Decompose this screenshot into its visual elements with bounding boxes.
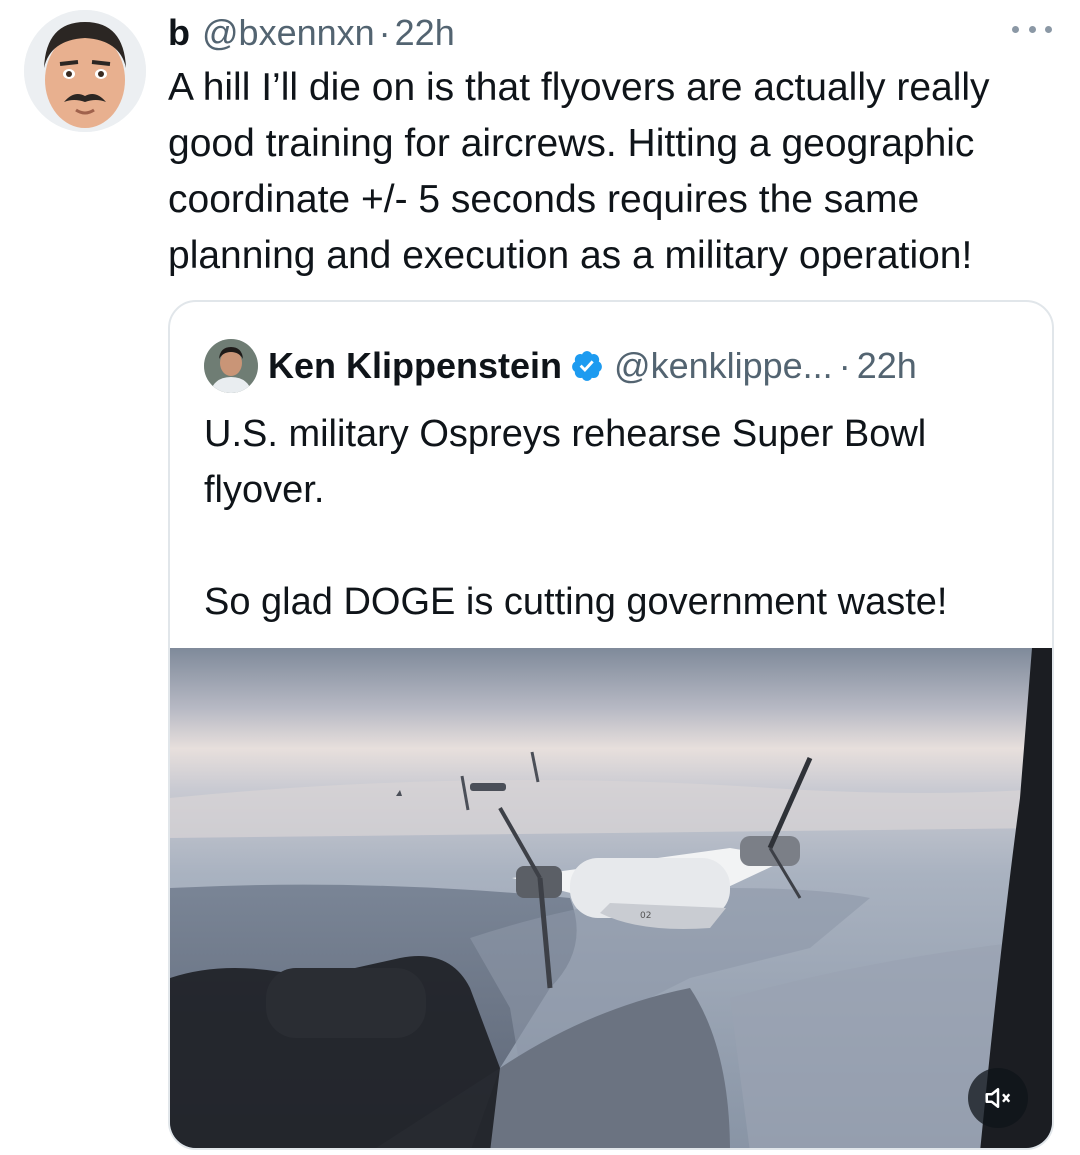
tweet-text: A hill I’ll die on is that flyovers are … bbox=[168, 66, 990, 277]
tweet-header: b @bxennxn · 22h bbox=[168, 10, 455, 56]
quoted-tweet-header: Ken Klippenstein @kenklippe... · 22h bbox=[204, 338, 917, 394]
quoted-tweet-time[interactable]: 22h bbox=[857, 345, 917, 387]
quoted-avatar[interactable] bbox=[204, 339, 258, 393]
quoted-text-line-1: U.S. military Ospreys rehearse Super Bow… bbox=[204, 413, 927, 511]
speaker-muted-icon[interactable] bbox=[968, 1068, 1028, 1128]
separator-dot: · bbox=[378, 12, 391, 53]
video-player[interactable]: 02 bbox=[170, 648, 1052, 1148]
author-name[interactable]: b bbox=[168, 10, 190, 56]
verified-badge-icon bbox=[572, 351, 602, 381]
tweet-time[interactable]: 22h bbox=[395, 10, 455, 56]
author-handle[interactable]: @bxennxn bbox=[202, 10, 375, 56]
quoted-tweet[interactable]: Ken Klippenstein @kenklippe... · 22h U.S… bbox=[168, 300, 1054, 1150]
quoted-author-handle[interactable]: @kenklippe... bbox=[614, 345, 833, 387]
more-horizontal-icon[interactable] bbox=[1012, 22, 1052, 36]
aircraft-number: 02 bbox=[640, 911, 651, 921]
osprey-video-frame: 02 bbox=[170, 648, 1052, 1148]
avatar[interactable] bbox=[24, 10, 146, 132]
quoted-tweet-text: U.S. military Ospreys rehearse Super Bow… bbox=[204, 406, 1024, 630]
quoted-separator-dot: · bbox=[838, 345, 851, 386]
quoted-text-line-2: So glad DOGE is cutting government waste… bbox=[204, 581, 948, 623]
quoted-author-name[interactable]: Ken Klippenstein bbox=[268, 345, 562, 387]
